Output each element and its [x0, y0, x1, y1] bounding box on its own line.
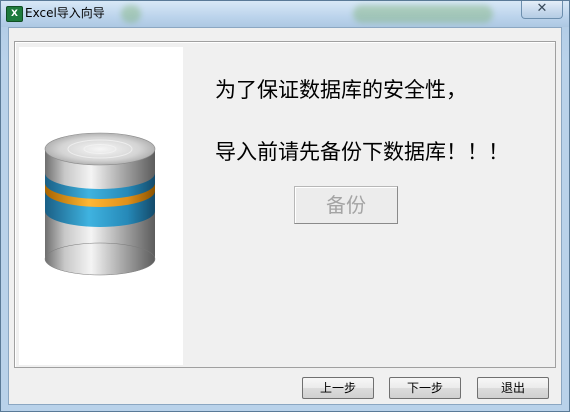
title-bar[interactable]: X Excel导入向导 ✕: [1, 1, 569, 27]
excel-app-icon: X: [6, 6, 23, 22]
close-icon: ✕: [536, 1, 548, 16]
close-button[interactable]: ✕: [521, 1, 563, 19]
backup-button[interactable]: 备份: [294, 186, 398, 224]
client-area: 为了保证数据库的安全性， 导入前请先备份下数据库！！！ 备份 上一步 下一步 退…: [8, 27, 562, 405]
previous-step-button[interactable]: 上一步: [302, 377, 374, 399]
next-step-button[interactable]: 下一步: [389, 377, 461, 399]
warning-message-line2: 导入前请先备份下数据库！！！: [215, 140, 509, 164]
warning-message-line1: 为了保证数据库的安全性，: [215, 78, 467, 102]
wizard-window: X Excel导入向导 ✕ 为了保证数据库的安全性， 导入前请先备份下数据库！！…: [0, 0, 570, 412]
title-bar-glow: [121, 5, 141, 23]
content-panel: 为了保证数据库的安全性， 导入前请先备份下数据库！！！ 备份: [14, 41, 556, 368]
image-panel: [19, 47, 183, 365]
exit-button[interactable]: 退出: [477, 377, 549, 399]
title-bar-glow: [353, 5, 493, 23]
window-title: Excel导入向导: [25, 6, 105, 20]
database-icon: [44, 132, 156, 276]
